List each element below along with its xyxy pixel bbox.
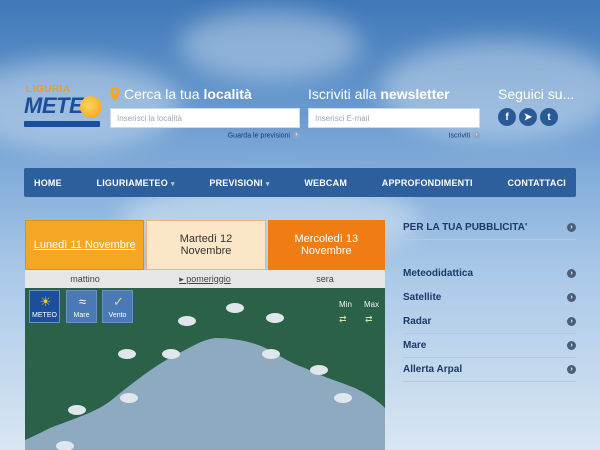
map-vento-button[interactable]: ✓ Vento: [102, 290, 133, 323]
link-satellite[interactable]: Satellite ›: [403, 286, 576, 310]
chevron-right-icon: ›: [567, 317, 576, 326]
tab-day-3[interactable]: Mercoledì 13 Novembre: [267, 220, 385, 270]
check-icon: ✓: [113, 294, 124, 309]
logo-bar: [24, 121, 100, 127]
caret-down-icon: ▾: [265, 180, 270, 188]
newsletter-email-input[interactable]: Inserisci E-mail: [308, 108, 480, 128]
chevron-right-icon: ›: [567, 223, 576, 232]
telegram-icon[interactable]: ➤: [519, 108, 537, 126]
nav-previsioni[interactable]: PREVISIONI ▾: [209, 178, 269, 188]
tab-day-1[interactable]: Lunedì 11 Novembre: [25, 220, 145, 270]
forecast-link[interactable]: Guarda le previsioni ›: [110, 132, 300, 139]
right-panel: PER LA TUA PUBBLICITA' › Meteodidattica › …: [403, 216, 576, 382]
social-title: Seguici su...: [498, 86, 575, 102]
max-label: Max: [364, 300, 380, 309]
chevron-right-icon: ›: [567, 341, 576, 350]
map-meteo-button[interactable]: ☀ METEO: [29, 290, 60, 323]
weather-map[interactable]: ☀ METEO ≈ Mare ✓ Vento Min Max ⇄ ⇄: [25, 288, 385, 450]
tab-day-2[interactable]: Martedì 12 Novembre: [146, 220, 266, 270]
site-logo[interactable]: LIGURIA METEO: [24, 84, 102, 132]
link-radar[interactable]: Radar ›: [403, 310, 576, 334]
chevron-right-icon: ›: [567, 269, 576, 278]
nav-home[interactable]: HOME: [34, 178, 62, 188]
twitter-icon[interactable]: t: [540, 108, 558, 126]
caret-down-icon: ▾: [170, 180, 175, 188]
nav-webcam[interactable]: WEBCAM: [304, 178, 347, 188]
chevron-right-icon: ›: [567, 365, 576, 374]
tab-pomeriggio[interactable]: ▸ pomeriggio: [145, 274, 265, 285]
min-arrows-icon[interactable]: ⇄: [339, 315, 355, 324]
search-title: Cerca la tua località: [110, 86, 300, 102]
period-tabs: mattino ▸ pomeriggio sera: [25, 270, 385, 288]
link-meteodidattica[interactable]: Meteodidattica ›: [403, 262, 576, 286]
tab-mattino[interactable]: mattino: [25, 274, 145, 284]
sun-icon: ☀: [39, 294, 52, 309]
waves-icon: ≈: [78, 294, 87, 309]
nav-contattaci[interactable]: CONTATTACI: [507, 178, 566, 188]
arrow-icon: ›: [473, 132, 480, 139]
facebook-icon[interactable]: f: [498, 108, 516, 126]
chevron-right-icon: ›: [567, 293, 576, 302]
max-arrows-icon[interactable]: ⇄: [365, 315, 381, 324]
nav-approfondimenti[interactable]: APPROFONDIMENTI: [382, 178, 473, 188]
social-block: Seguici su... f ➤ t: [498, 86, 578, 126]
arrow-icon: ›: [293, 132, 300, 139]
link-mare[interactable]: Mare ›: [403, 334, 576, 358]
map-mare-button[interactable]: ≈ Mare: [66, 290, 97, 323]
location-pin-icon: [110, 87, 120, 101]
main-nav: HOME LIGURIAMETEO ▾ PREVISIONI ▾ WEBCAM AP…: [24, 168, 576, 197]
newsletter-signup: Iscriviti alla newsletter Inserisci E-ma…: [308, 86, 480, 139]
location-search: Cerca la tua località Inserisci la local…: [110, 86, 300, 139]
newsletter-title: Iscriviti alla newsletter: [308, 86, 450, 102]
nav-liguriameteo[interactable]: LIGURIAMETEO ▾: [97, 178, 175, 188]
day-tabs: Lunedì 11 Novembre Martedì 12 Novembre M…: [25, 220, 385, 270]
ad-link[interactable]: PER LA TUA PUBBLICITA' ›: [403, 216, 576, 240]
tab-sera[interactable]: sera: [265, 274, 385, 284]
min-label: Min: [339, 300, 352, 309]
subscribe-link[interactable]: Iscriviti ›: [308, 132, 480, 139]
sun-icon: [80, 96, 102, 118]
location-search-input[interactable]: Inserisci la località: [110, 108, 300, 128]
link-allerta-arpal[interactable]: Allerta Arpal ›: [403, 358, 576, 382]
